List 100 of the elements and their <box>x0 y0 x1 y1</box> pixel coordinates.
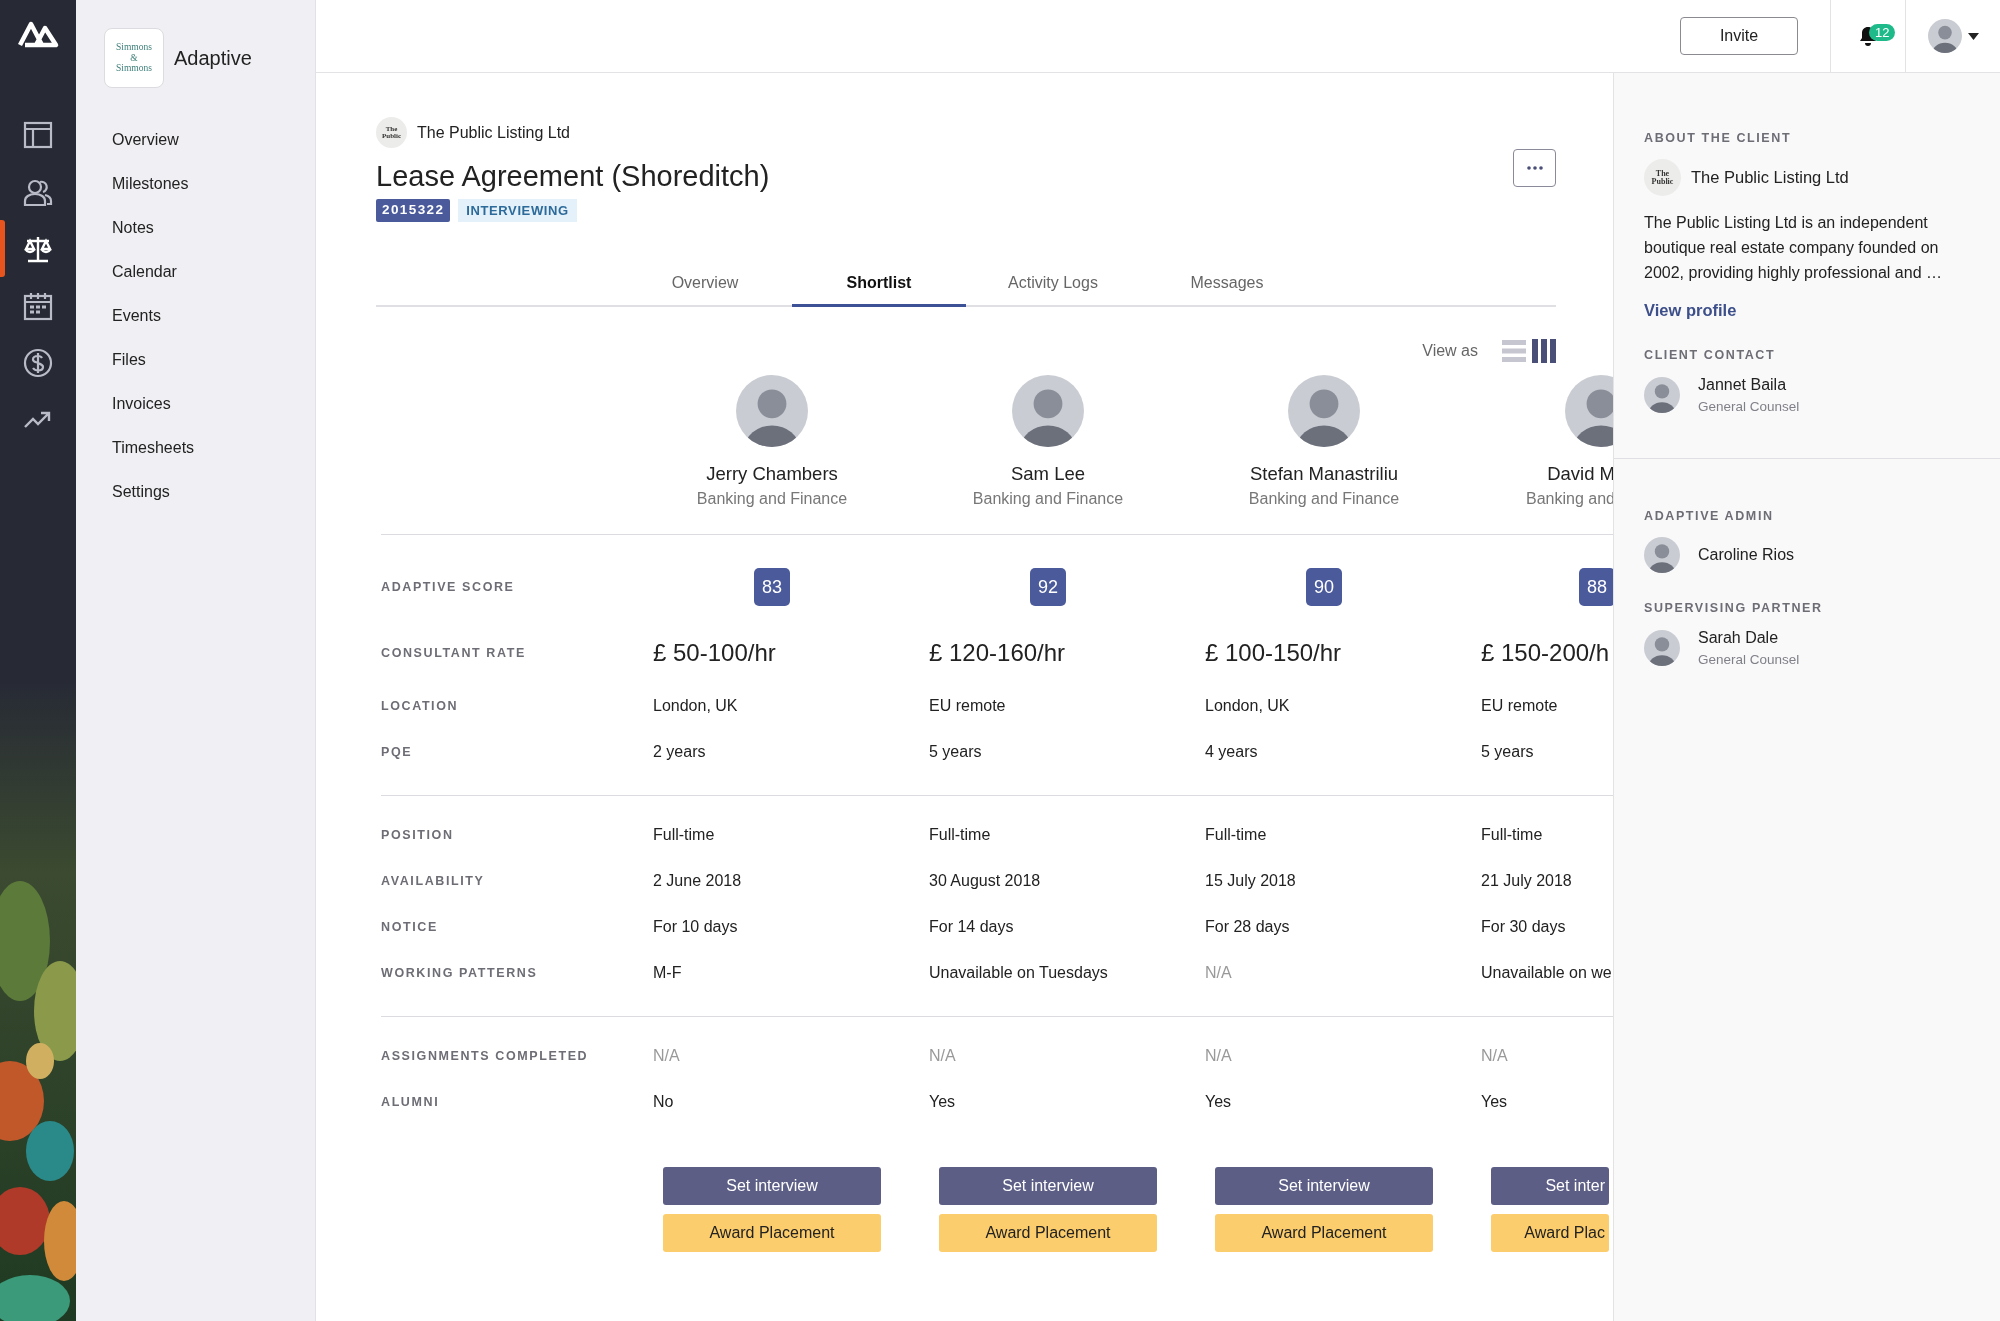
table-cell: M-F <box>653 964 682 982</box>
table-cell: N/A <box>1481 1047 1508 1065</box>
candidate-name: Jerry Chambers <box>706 463 838 485</box>
candidate-name: Sam Lee <box>1010 463 1085 485</box>
view-profile-link[interactable]: View profile <box>1644 301 1737 319</box>
page-title: Lease Agreement (Shoreditch) <box>376 160 770 193</box>
set-interview-button[interactable]: Set interview <box>663 1167 881 1205</box>
table-cell: EU remote <box>1481 697 1558 715</box>
candidate-name: David M <box>1547 463 1613 485</box>
calendar-icon <box>23 290 53 321</box>
sidebar-item[interactable]: Calendar <box>76 250 315 294</box>
person-name: Jannet Baila <box>1698 376 1788 394</box>
table-cell: 5 years <box>929 743 982 761</box>
row-label: CONSULTANT RATE <box>381 645 527 662</box>
more-button[interactable] <box>1513 149 1556 187</box>
rate-value: £ 100-150/hr <box>1205 639 1342 667</box>
candidate-practice: Banking and <box>1526 490 1613 508</box>
table-cell: 2 June 2018 <box>653 872 742 890</box>
candidate-name: Stefan Manastriliu <box>1249 463 1399 485</box>
tab[interactable]: Shortlist <box>792 260 966 307</box>
sidebar-item[interactable]: Milestones <box>76 162 315 206</box>
person-name: Sarah Dale <box>1698 629 1780 647</box>
table-cell: Unavailable on we <box>1481 964 1612 982</box>
row-label: ADAPTIVE SCORE <box>381 579 516 596</box>
set-interview-button[interactable]: Set interview <box>1215 1167 1433 1205</box>
avatar <box>1927 19 1962 53</box>
matter-id-tag: 2015322 <box>376 199 451 222</box>
trend-icon <box>23 410 53 429</box>
table-cell: EU remote <box>929 697 1006 715</box>
row-label: NOTICE <box>381 919 439 936</box>
score-badge: 88 <box>1579 568 1613 606</box>
sidebar-item[interactable]: Invoices <box>76 382 315 426</box>
person-name: Caroline Rios <box>1698 546 1795 564</box>
table-cell: 5 years <box>1481 743 1534 761</box>
section-heading: ABOUT THE CLIENT <box>1644 131 1793 145</box>
avatar <box>1644 630 1680 666</box>
sidebar-item[interactable]: Settings <box>76 470 315 514</box>
table-cell: Yes <box>1205 1093 1232 1111</box>
table-cell: Full-time <box>1481 826 1543 844</box>
table-cell: 2 years <box>653 743 706 761</box>
table-cell: Yes <box>1481 1093 1508 1111</box>
award-placement-button[interactable]: Award Placement <box>663 1214 881 1252</box>
client-description: The Public Listing Ltd is an independent boutique real estate company founded on 2002, providing highly professional and … <box>1644 213 1943 283</box>
rate-value: £ 150-200/h <box>1481 639 1610 667</box>
table-cell: N/A <box>1205 1047 1232 1065</box>
person-role: General Counsel <box>1698 652 1800 667</box>
award-placement-button[interactable]: Award Placement <box>939 1214 1157 1252</box>
row-label: AVAILABILITY <box>381 873 486 890</box>
client-name: The Public Listing Ltd <box>417 123 570 142</box>
table-cell: For 30 days <box>1481 918 1566 936</box>
table-cell: 30 August 2018 <box>929 872 1041 890</box>
table-cell: N/A <box>653 1047 680 1065</box>
rate-value: £ 50-100/hr <box>653 639 776 667</box>
table-cell: For 14 days <box>929 918 1014 936</box>
tab[interactable]: Overview <box>618 260 792 307</box>
tab[interactable]: Activity Logs <box>966 260 1140 307</box>
candidate-practice: Banking and Finance <box>972 490 1124 508</box>
score-badge: 92 <box>1030 568 1066 606</box>
row-label: ASSIGNMENTS COMPLETED <box>381 1048 590 1065</box>
score-badge: 83 <box>754 568 790 606</box>
award-placement-button[interactable]: Award Placement <box>1215 1214 1433 1252</box>
section-heading: CLIENT CONTACT <box>1644 348 1777 362</box>
client-logo: The Public <box>1644 159 1681 196</box>
sidebar-item[interactable]: Overview <box>76 118 315 162</box>
caret-icon[interactable] <box>1967 32 1979 40</box>
row-label: WORKING PATTERNS <box>381 965 539 982</box>
table-cell: 4 years <box>1205 743 1258 761</box>
person-role: General Counsel <box>1698 399 1800 414</box>
table-cell: Yes <box>929 1093 956 1111</box>
table-cell: 15 July 2018 <box>1205 872 1296 890</box>
table-cell: N/A <box>1205 964 1232 982</box>
candidate-practice: Banking and Finance <box>696 490 848 508</box>
view-as-label: View as <box>1422 342 1478 360</box>
client-name: The Public Listing Ltd <box>1691 168 1849 187</box>
org-name: Adaptive <box>174 46 252 70</box>
sidebar-item[interactable]: Timesheets <box>76 426 315 470</box>
table-cell: London, UK <box>653 697 738 715</box>
sidebar-item[interactable]: Events <box>76 294 315 338</box>
rate-value: £ 120-160/hr <box>929 639 1066 667</box>
set-interview-button[interactable]: Set interview <box>939 1167 1157 1205</box>
dollar-icon <box>23 347 53 378</box>
row-label: LOCATION <box>381 698 460 715</box>
section-heading: ADAPTIVE ADMIN <box>1644 509 1775 523</box>
award-placement-button[interactable]: Award Plac <box>1491 1214 1609 1252</box>
org-logo: Simmons & Simmons <box>104 28 164 88</box>
invite-button[interactable]: Invite <box>1680 17 1798 55</box>
table-cell: No <box>653 1093 674 1111</box>
row-label: POSITION <box>381 827 455 844</box>
table-cell: Full-time <box>653 826 715 844</box>
avatar <box>1644 377 1680 413</box>
sidebar-item[interactable]: Notes <box>76 206 315 250</box>
avatar <box>1644 537 1680 573</box>
sidebar-item[interactable]: Files <box>76 338 315 382</box>
column-view-button[interactable] <box>1532 339 1556 363</box>
table-cell: For 28 days <box>1205 918 1290 936</box>
table-cell: Full-time <box>1205 826 1267 844</box>
set-interview-button[interactable]: Set inter <box>1491 1167 1609 1205</box>
tab[interactable]: Messages <box>1140 260 1314 307</box>
score-badge: 90 <box>1306 568 1342 606</box>
section-heading: SUPERVISING PARTNER <box>1644 601 1824 615</box>
